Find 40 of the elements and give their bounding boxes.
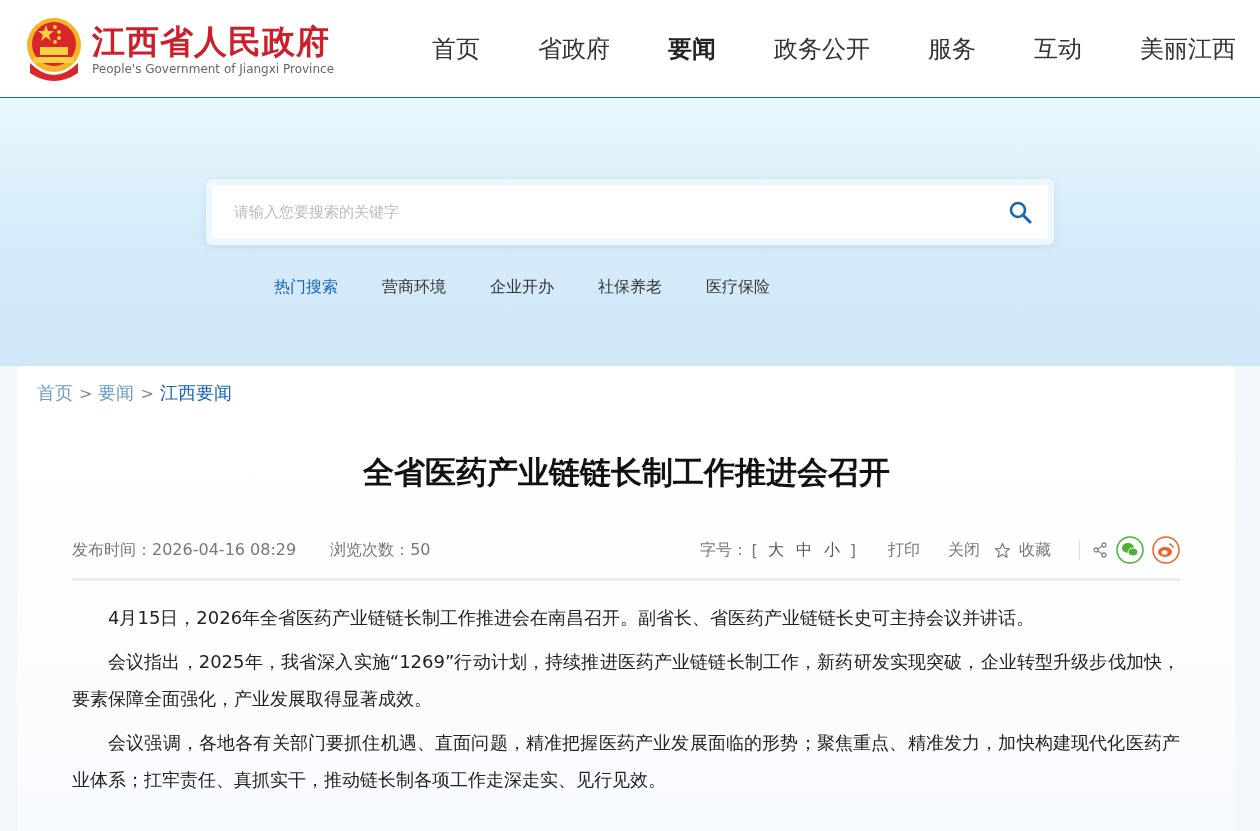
font-size-link[interactable]: 小 <box>823 539 840 561</box>
article-paragraph: 会议指出，2025年，我省深入实施“1269”行动计划，持续推进医药产业链链长制工作，新药研发实现突破，企业转型升级步伐加快，要素保障全面强化，产业发展取得显著成效。 <box>72 650 1180 711</box>
hot-search-label: 热门搜索 <box>274 277 338 298</box>
nav-tab[interactable]: 要闻 <box>668 32 716 65</box>
search-field[interactable]: 请输入您要搜索的关键字 <box>232 202 1008 222</box>
action-link[interactable]: 关闭 <box>948 539 980 561</box>
font-size-link[interactable]: 中 <box>795 539 812 561</box>
view-count: 浏览次数：50 <box>330 539 431 561</box>
nav-tab[interactable]: 互动 <box>1034 32 1082 65</box>
article-paragraph: 4月15日，2026年全省医药产业链链长制工作推进会在南昌召开。副省长、省医药产业链链长史可主持会议并讲话。 <box>107 606 1036 630</box>
article-title: 全省医药产业链链长制工作推进会召开 <box>361 453 891 492</box>
chat-bubbles-icon[interactable] <box>1116 536 1144 564</box>
eye-logo-icon[interactable] <box>1152 536 1180 564</box>
hot-search-link[interactable]: 医疗保险 <box>706 277 770 298</box>
search-bar[interactable]: 请输入您要搜索的关键字 <box>206 179 1054 245</box>
favorite-link[interactable]: 收藏 <box>1019 539 1051 561</box>
hot-search-link[interactable]: 社保养老 <box>598 277 662 298</box>
bracket: ] <box>849 540 856 560</box>
emblem-icon <box>24 16 84 81</box>
breadcrumb-separator: > <box>79 383 93 403</box>
breadcrumb-link[interactable]: 江西要闻 <box>159 381 232 405</box>
breadcrumb-separator: > <box>140 383 154 403</box>
action-link[interactable]: 打印 <box>888 539 920 561</box>
nav-tab[interactable]: 美丽江西 <box>1140 32 1236 65</box>
hot-search-link[interactable]: 营商环境 <box>382 277 446 298</box>
site-name[interactable]: 江西省人民政府 <box>92 21 335 62</box>
star-icon[interactable] <box>994 541 1011 559</box>
nav-tab[interactable]: 省政府 <box>538 32 610 65</box>
article-paragraph: 会议强调，各地各有关部门要抓住机遇、直面问题，精准把握医药产业发展面临的形势；聚焦重点、精准发力，加快构建现代化医药产业体系；扛牢责任、真抓实干，推动链长制各项工作走深走实、见行见效。 <box>72 731 1180 792</box>
nav-tab[interactable]: 政务公开 <box>774 32 870 65</box>
nav-tab[interactable]: 首页 <box>432 32 480 65</box>
bracket: [ <box>751 540 758 560</box>
font-size-link[interactable]: 大 <box>767 539 784 561</box>
site-name-english: People's Government of Jiangxi Province <box>92 61 335 76</box>
search-icon[interactable] <box>1008 200 1032 224</box>
font-size-label: 字号： <box>699 539 748 561</box>
share-icon[interactable] <box>1092 542 1108 558</box>
hot-search-link[interactable]: 企业开办 <box>490 277 554 298</box>
nav-tab[interactable]: 服务 <box>928 32 976 65</box>
publish-time: 发布时间：2026-04-16 08:29 <box>72 539 297 561</box>
